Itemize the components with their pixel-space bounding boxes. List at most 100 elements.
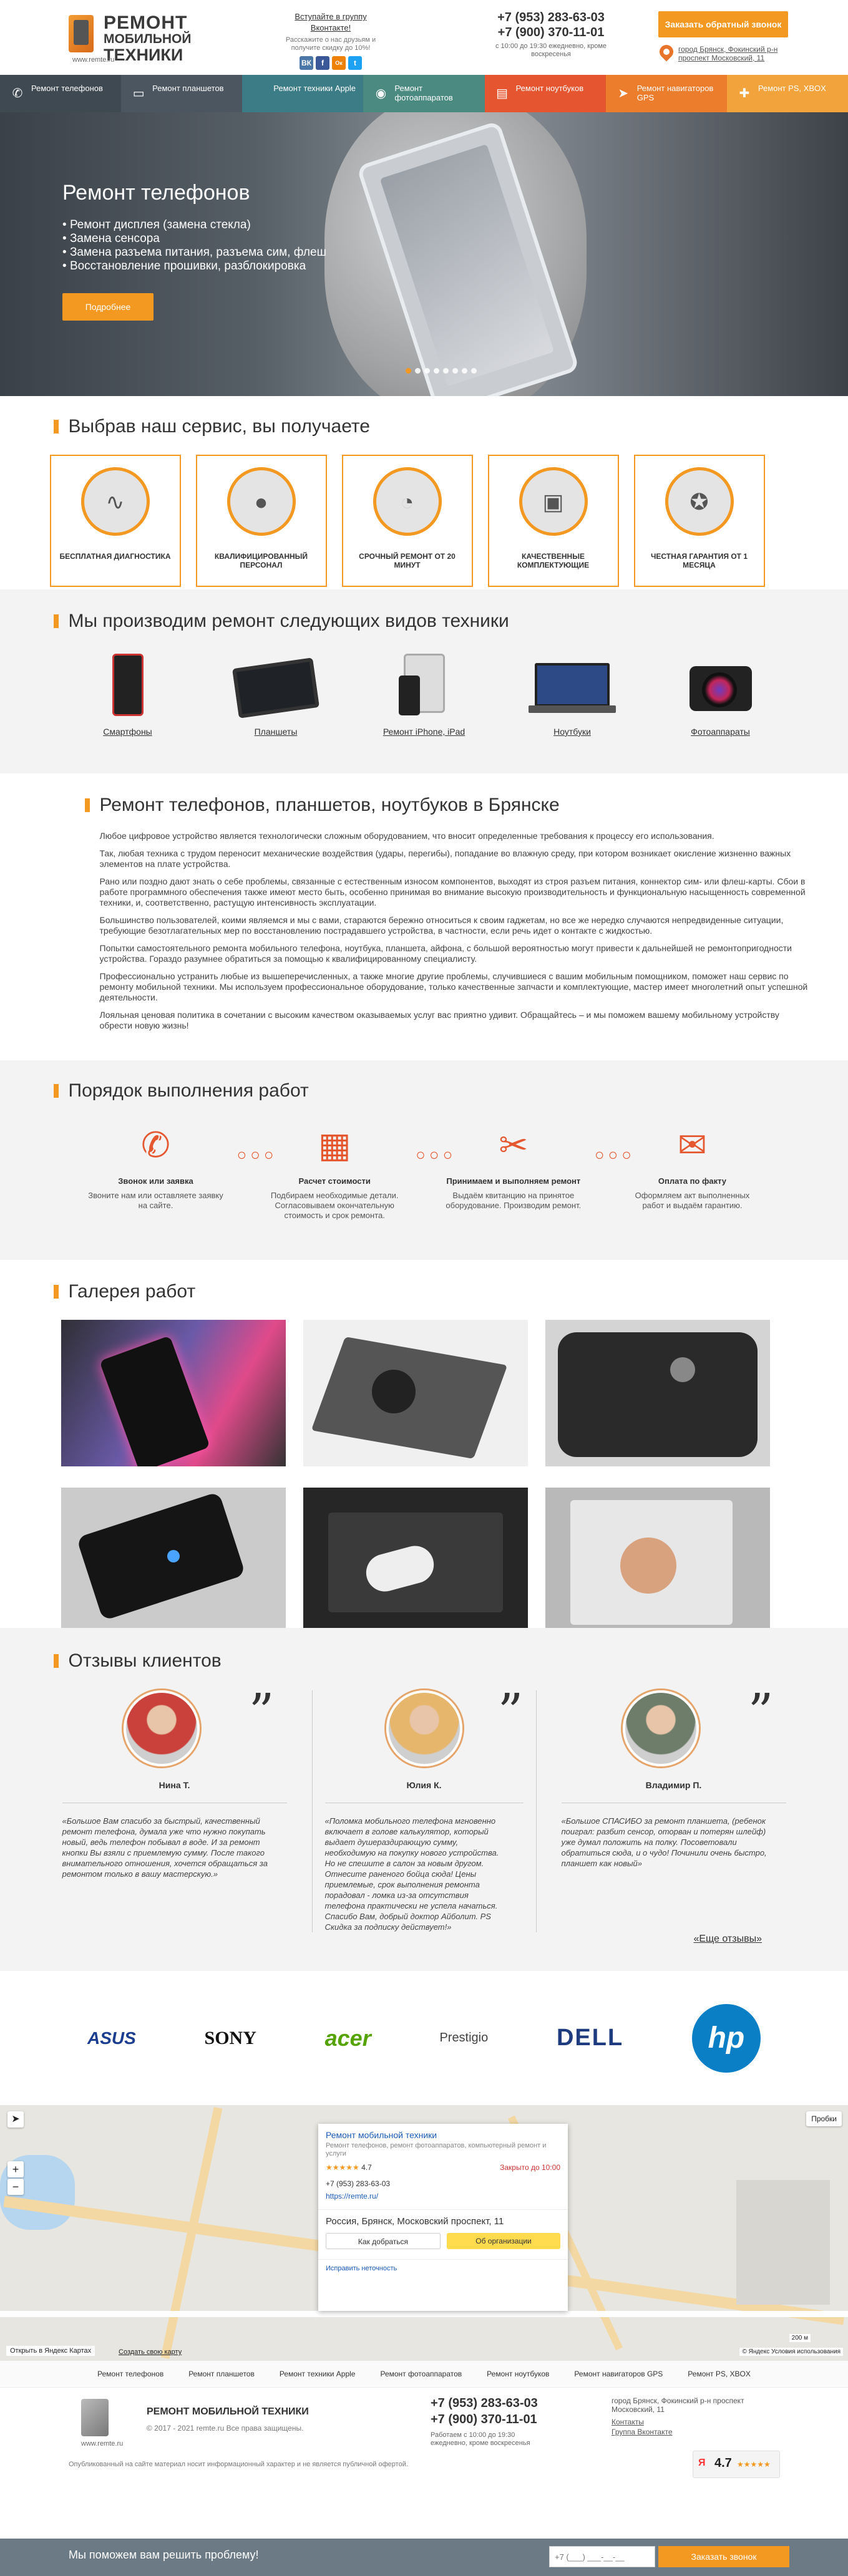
slider-dot[interactable] <box>452 368 458 374</box>
site-logo[interactable]: РЕМОНТ МОБИЛЬНОЙ ТЕХНИКИ www.remte.ru <box>69 11 212 64</box>
callback-button[interactable]: Заказать обратный звонок <box>658 11 788 37</box>
org-address: Россия, Брянск, Московский проспект, 11 <box>318 2209 568 2227</box>
slider-dot[interactable] <box>434 368 439 374</box>
section-title: Выбрав наш сервис, вы получаете <box>50 416 799 437</box>
route-button[interactable]: Как добраться <box>326 2233 441 2249</box>
person-icon-glyph: ● <box>254 489 268 515</box>
laptop-icon: ▤ <box>496 87 509 100</box>
device-type-smartphones[interactable]: Смартфоны <box>62 651 193 737</box>
org-title[interactable]: Ремонт мобильной техники <box>318 2124 568 2140</box>
footer-contacts-link[interactable]: Контакты <box>612 2418 644 2426</box>
device-type-laptops[interactable]: Ноутбуки <box>507 651 638 737</box>
order-call-button[interactable]: Заказать звонок <box>658 2546 789 2567</box>
section-title: Порядок выполнения работ <box>50 1080 799 1102</box>
yandex-map[interactable]: ➤ + − Пробки Ремонт мобильной техники Ре… <box>0 2105 848 2361</box>
gallery-photo[interactable] <box>303 1320 528 1466</box>
device-type-label[interactable]: Планшеты <box>210 727 341 737</box>
calculator-icon: ▦ <box>318 1125 351 1165</box>
device-type-cameras[interactable]: Фотоаппараты <box>655 651 786 737</box>
nav-item[interactable]: ▭ Ремонт планшетов <box>121 75 243 112</box>
rating-stars-icon: ★★★★★ <box>737 2460 771 2469</box>
fix-inaccuracy-link[interactable]: Исправить неточность <box>318 2259 568 2272</box>
footer-nav-item[interactable]: Ремонт техники Apple <box>280 2370 356 2378</box>
gamepad-icon: ✚ <box>739 87 750 100</box>
twitter-icon[interactable]: t <box>348 56 362 70</box>
gallery-grid <box>50 1320 799 1634</box>
org-site[interactable]: https://remte.ru/ <box>318 2192 568 2201</box>
zoom-in-button[interactable]: + <box>7 2161 24 2177</box>
reviewer-name: Владимир П. <box>645 1780 702 1790</box>
header-address[interactable]: город Брянск, Фокинский р-н проспект Мос… <box>656 42 792 62</box>
pulse-icon: ∿ <box>80 467 150 536</box>
device-type-tablets[interactable]: Планшеты <box>210 651 341 737</box>
phone-2[interactable]: +7 (900) 370-11-01 <box>492 25 610 40</box>
review-card: ” Юлия К. «Поломка мобильного телефона мгн… <box>311 1683 537 1932</box>
sticky-callback-bar: Мы поможем вам решить проблему! Заказать… <box>0 2539 848 2576</box>
step-title: Расчет стоимости <box>298 1176 371 1186</box>
footer-nav-item[interactable]: Ремонт телефонов <box>97 2370 163 2378</box>
nav-item[interactable]: ◉ Ремонт фотоаппаратов <box>363 75 485 112</box>
org-phone[interactable]: +7 (953) 283-63-03 <box>318 2179 568 2188</box>
slider-dot[interactable] <box>471 368 477 374</box>
gallery-photo[interactable] <box>61 1320 286 1466</box>
device-type-label[interactable]: Ремонт iPhone, iPad <box>359 727 490 737</box>
create-map-link[interactable]: Создать свою карту <box>119 2348 182 2356</box>
phone-input[interactable] <box>549 2546 655 2567</box>
footer-phone-2[interactable]: +7 (900) 370-11-01 <box>431 2413 537 2427</box>
more-reviews-link[interactable]: «Еще отзывы» <box>693 1934 762 1945</box>
about-paragraph: Любое цифровое устройство является техно… <box>99 831 714 841</box>
device-type-apple[interactable]: Ремонт iPhone, iPad <box>359 651 490 737</box>
open-in-yandex-link[interactable]: Открыть в Яндекс Картах <box>6 2346 95 2356</box>
review-card: ” Нина Т. «Большое Вам спасибо за быстрый,… <box>62 1687 287 1932</box>
yandex-terms[interactable]: © Яндекс Условия использования <box>739 2348 843 2356</box>
facebook-icon[interactable]: f <box>316 56 329 70</box>
section-title: Галерея работ <box>50 1281 799 1302</box>
nav-item[interactable]: ✆ Ремонт телефонов <box>0 75 122 112</box>
about-org-button[interactable]: Об организации <box>447 2233 560 2249</box>
device-type-label[interactable]: Фотоаппараты <box>655 727 786 737</box>
footer-nav-item[interactable]: Ремонт PS, XBOX <box>688 2370 751 2378</box>
nav-item[interactable]: ✚ Ремонт PS, XBOX <box>726 75 848 112</box>
vk-join-link[interactable]: Вступайте в группу Вконтакте! <box>295 12 366 32</box>
odnoklassniki-icon[interactable]: Ок <box>332 56 346 70</box>
slider-dot[interactable] <box>406 368 411 374</box>
step-description: Оформляем акт выполненных работ и выдаём… <box>635 1191 750 1210</box>
footer-nav-item[interactable]: Ремонт навигаторов GPS <box>574 2370 663 2378</box>
footer-nav-item[interactable]: Ремонт планшетов <box>188 2370 255 2378</box>
phone-1[interactable]: +7 (953) 283-63-03 <box>492 10 610 25</box>
about-paragraph: Лояльная ценовая политика в сочетании с … <box>99 1010 779 1030</box>
zoom-out-button[interactable]: − <box>7 2179 24 2195</box>
slider-dot[interactable] <box>462 368 467 374</box>
quote-icon: ” <box>497 1683 524 1741</box>
footer-nav-item[interactable]: Ремонт фотоаппаратов <box>380 2370 462 2378</box>
slider-dot[interactable] <box>443 368 449 374</box>
nav-item[interactable]: Ремонт техники Apple <box>242 75 364 112</box>
iphone-ipad-image <box>359 651 490 719</box>
brand-sony: SONY <box>204 2027 256 2048</box>
footer-nav-item[interactable]: Ремонт ноутбуков <box>487 2370 549 2378</box>
gallery-photo[interactable] <box>545 1488 770 1634</box>
vk-promo-text: Расскажите о нас друзьям и получите скид… <box>285 36 376 52</box>
map-block <box>736 2180 830 2305</box>
footer-vk-link[interactable]: Группа Вконтакте <box>612 2428 673 2436</box>
nav-item[interactable]: ▤ Ремонт ноутбуков <box>484 75 606 112</box>
award-icon: ✪ <box>665 467 734 536</box>
vk-icon[interactable]: ВК <box>300 56 313 70</box>
yandex-rating-badge[interactable]: Я 4.7 ★★★★★ <box>693 2451 780 2478</box>
hero-more-button[interactable]: Подробнее <box>62 293 154 321</box>
slider-dot[interactable] <box>415 368 421 374</box>
nav-item[interactable]: ➤ Ремонт навигаторов GPS <box>605 75 727 112</box>
traffic-toggle[interactable]: Пробки <box>806 2111 842 2126</box>
nav-item-label: Ремонт ноутбуков <box>515 84 584 93</box>
device-type-label[interactable]: Ноутбуки <box>507 727 638 737</box>
logo-line-3: ТЕХНИКИ <box>104 46 183 64</box>
gallery-photo[interactable] <box>61 1488 286 1634</box>
slider-dot[interactable] <box>424 368 430 374</box>
device-type-label[interactable]: Смартфоны <box>62 727 193 737</box>
gallery-photo[interactable] <box>545 1320 770 1466</box>
footer-copyright: © 2017 - 2021 remte.ru Все права защищен… <box>147 2424 304 2433</box>
gallery-photo[interactable] <box>303 1488 528 1634</box>
map-locate-icon[interactable]: ➤ <box>7 2111 24 2128</box>
tablet-image <box>210 651 341 719</box>
footer-phone-1[interactable]: +7 (953) 283-63-03 <box>431 2396 538 2411</box>
